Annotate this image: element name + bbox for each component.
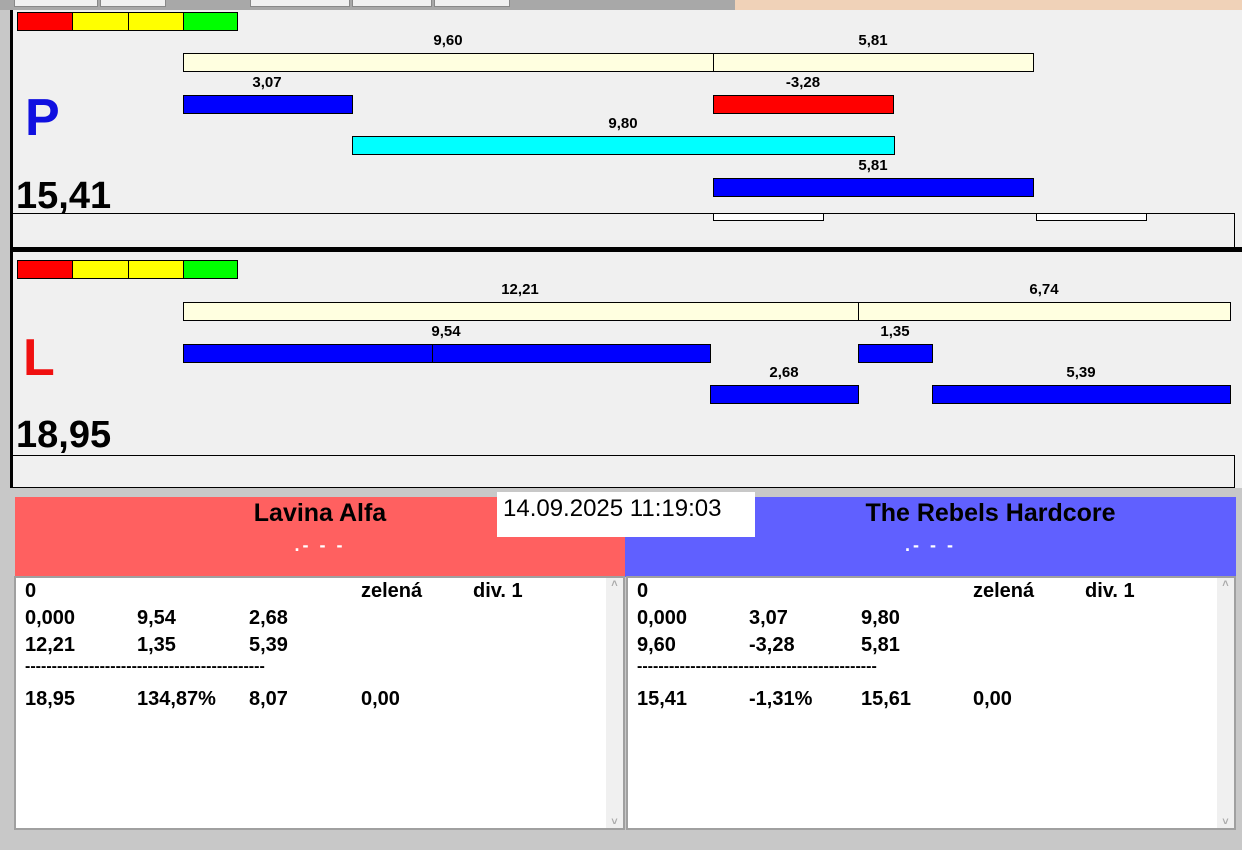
cell: 12,21 <box>25 634 76 656</box>
signal-yellow <box>128 12 184 31</box>
bar-label: 5,81 <box>858 157 888 174</box>
bar-label: -3,28 <box>785 74 821 91</box>
cell: -3,28 <box>749 634 795 656</box>
cell: 0 <box>25 580 37 602</box>
track-box <box>12 455 1235 488</box>
bar-label: 3,07 <box>252 74 282 91</box>
cell: 0,000 <box>637 607 688 629</box>
cell: 5,39 <box>249 634 288 656</box>
time-bar <box>713 178 1034 197</box>
cell: 9,54 <box>137 607 176 629</box>
cell: 5,81 <box>861 634 900 656</box>
signal-green <box>183 260 238 279</box>
bar-label: 5,81 <box>858 32 888 49</box>
time-bar <box>183 344 433 363</box>
right-team-list[interactable]: 0 zelená div. 1 0,000 3,07 9,80 9,60 -3,… <box>626 576 1236 830</box>
lane-total: 15,41 <box>16 175 112 217</box>
bar-label: 1,35 <box>880 323 910 340</box>
team-name: The Rebels Hardcore <box>865 499 1116 527</box>
tab[interactable] <box>434 0 510 7</box>
cell: 2,68 <box>249 607 288 629</box>
bar-label: 12,21 <box>501 281 539 298</box>
bar-label: 2,68 <box>769 364 799 381</box>
signal-red <box>17 260 73 279</box>
time-bar <box>432 344 711 363</box>
cell: 18,95 <box>25 688 76 710</box>
cell: 0,00 <box>361 688 400 710</box>
cell: zelená <box>361 580 423 602</box>
signal-yellow <box>72 260 129 279</box>
separator: ----------------------------------------… <box>25 658 265 675</box>
time-bar <box>183 53 714 72</box>
separator: ----------------------------------------… <box>637 658 877 675</box>
time-bar <box>710 385 859 404</box>
cell: 0,00 <box>973 688 1012 710</box>
lane-total: 18,95 <box>16 414 112 456</box>
lane-panel-l: L 18,95 12,21 6,74 9,54 1,35 2,68 5,39 <box>10 252 1242 488</box>
cell: 9,60 <box>637 634 676 656</box>
time-bar <box>858 344 933 363</box>
scrollbar[interactable]: ˄ ˅ <box>1217 578 1234 828</box>
time-bar <box>858 302 1231 321</box>
tab[interactable] <box>100 0 166 7</box>
cell: 15,41 <box>637 688 688 710</box>
team-subtitle: .- - - <box>294 535 346 555</box>
bar-label: 9,60 <box>433 32 463 49</box>
cell: div. 1 <box>1085 580 1135 602</box>
time-bar <box>183 302 859 321</box>
cell: 134,87% <box>137 688 216 710</box>
scrollbar[interactable]: ˄ ˅ <box>606 578 623 828</box>
cell: 8,07 <box>249 688 288 710</box>
left-team-list[interactable]: 0 zelená div. 1 0,000 9,54 2,68 12,21 1,… <box>14 576 625 830</box>
cell: -1,31% <box>749 688 813 710</box>
cell: 0 <box>637 580 649 602</box>
cell: 15,61 <box>861 688 912 710</box>
time-bar <box>713 53 1034 72</box>
tab[interactable] <box>352 0 432 7</box>
time-bar <box>183 95 353 114</box>
team-subtitle: .- - - <box>905 535 956 555</box>
bar-label: 5,39 <box>1066 364 1096 381</box>
cell: 1,35 <box>137 634 176 656</box>
lane-panel-p: P 15,41 9,60 5,81 3,07 -3,28 9,80 5,81 <box>10 10 1242 248</box>
bar-label: 6,74 <box>1029 281 1059 298</box>
time-bar <box>352 136 895 155</box>
signal-red <box>17 12 73 31</box>
datetime: 14.09.2025 11:19:03 <box>497 492 755 537</box>
cell: zelená <box>973 580 1035 602</box>
cell: div. 1 <box>473 580 523 602</box>
lane-letter: P <box>25 89 60 147</box>
tab[interactable] <box>14 0 98 7</box>
marker <box>1036 213 1147 221</box>
bar-label: 9,54 <box>431 323 461 340</box>
time-bar <box>932 385 1231 404</box>
time-bar <box>713 95 894 114</box>
signal-green <box>183 12 238 31</box>
cell: 0,000 <box>25 607 76 629</box>
cell: 9,80 <box>861 607 900 629</box>
lane-letter: L <box>23 329 55 387</box>
bar-label: 9,80 <box>608 115 638 132</box>
marker <box>713 213 824 221</box>
signal-yellow <box>72 12 129 31</box>
signal-yellow <box>128 260 184 279</box>
tab[interactable] <box>250 0 350 7</box>
cell: 3,07 <box>749 607 788 629</box>
